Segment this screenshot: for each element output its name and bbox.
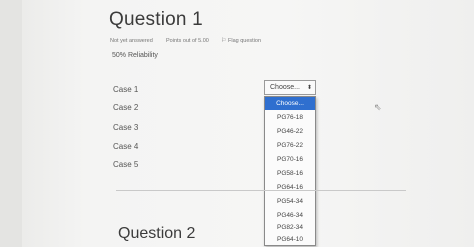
case-label-3: Case 3 <box>113 123 139 132</box>
quiz-page: Question 1 Not yet answered Points out o… <box>0 0 474 247</box>
mouse-cursor-icon: ⇖ <box>374 102 382 112</box>
dropdown-option[interactable]: PG76-18 <box>265 111 315 124</box>
question-2-title: Question 2 <box>118 225 196 242</box>
dropdown-option[interactable]: PG58-16 <box>265 167 315 180</box>
dropdown-option[interactable]: PG76-22 <box>265 139 315 152</box>
dropdown-option[interactable]: PG54-34 <box>265 195 315 208</box>
flag-icon[interactable]: ⚐ <box>221 37 226 44</box>
case-label-1: Case 1 <box>113 85 139 94</box>
dropdown-option[interactable]: PG64-10 <box>265 233 315 246</box>
select-value: Choose... <box>270 84 300 91</box>
question-divider <box>116 190 406 191</box>
select-arrows-icon: ⬍ <box>306 85 312 91</box>
dropdown-option[interactable]: Choose... <box>265 97 315 110</box>
case-label-4: Case 4 <box>113 142 139 151</box>
flag-question-link[interactable]: Flag question <box>228 38 261 44</box>
dropdown-option[interactable]: PG70-16 <box>265 153 315 166</box>
left-margin <box>0 0 22 247</box>
question-prompt: 50% Reliability <box>112 52 158 59</box>
question-1-title: Question 1 <box>109 9 203 30</box>
case-label-5: Case 5 <box>113 160 139 169</box>
dropdown-option[interactable]: PG64-16 <box>265 181 315 194</box>
case-1-select[interactable]: Choose... ⬍ <box>264 80 316 95</box>
dropdown-option[interactable]: PG46-22 <box>265 125 315 138</box>
question-points: Points out of 5.00 <box>166 38 209 44</box>
case-label-2: Case 2 <box>113 103 139 112</box>
question-status: Not yet answered <box>110 38 153 44</box>
dropdown-list: Choose... PG76-18 PG46-22 PG76-22 PG70-1… <box>264 96 316 246</box>
